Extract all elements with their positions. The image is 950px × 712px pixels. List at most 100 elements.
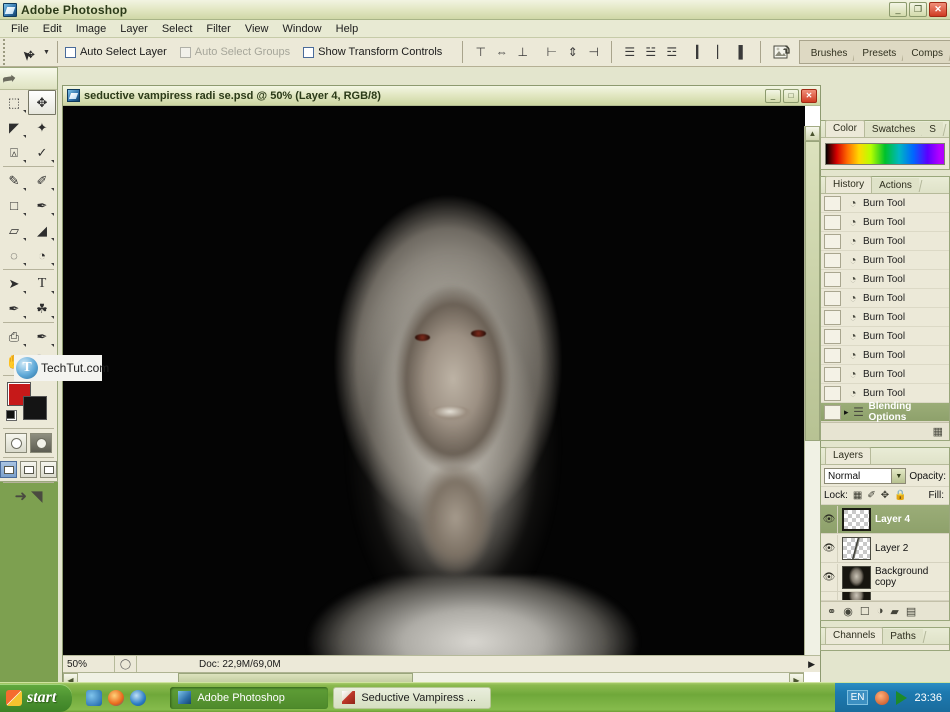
taskbar-task-photoshop[interactable]: Adobe Photoshop <box>170 686 329 709</box>
history-state-item[interactable]: ◔ Burn Tool <box>821 194 949 213</box>
full-screen-with-menubar-icon[interactable] <box>20 461 37 478</box>
history-state-item[interactable]: ◔ Burn Tool <box>821 232 949 251</box>
layer-row[interactable]: 👁 Background copy <box>821 563 949 592</box>
history-snapshot-checkbox[interactable] <box>824 271 841 287</box>
jump-to-imageready-icon[interactable]: ➜ <box>14 487 27 505</box>
layer-visibility-eye-icon[interactable] <box>821 592 838 600</box>
menu-edit[interactable]: Edit <box>36 22 69 36</box>
system-clock[interactable]: 23:36 <box>914 692 942 704</box>
layer-thumbnail[interactable] <box>842 565 871 589</box>
rectangular-marquee-tool-icon[interactable]: ⬚ <box>0 90 28 115</box>
move-tool-icon[interactable]: ✥ <box>28 90 56 115</box>
history-snapshot-checkbox[interactable] <box>824 195 841 211</box>
distribute-left-edges-icon[interactable]: ▎ <box>692 44 709 61</box>
slice-tool-icon[interactable]: ✓ <box>28 140 56 165</box>
adjustment-layer-icon[interactable]: ◑ <box>877 605 884 617</box>
magic-wand-tool-icon[interactable]: ✦ <box>28 115 56 140</box>
menu-layer[interactable]: Layer <box>113 22 155 36</box>
tab-swatches[interactable]: Swatches <box>864 122 923 137</box>
align-right-edges-icon[interactable]: ⊣ <box>585 44 602 61</box>
standard-screen-mode-icon[interactable] <box>0 461 17 478</box>
zoom-level-field[interactable]: 50% <box>63 655 115 673</box>
layer-thumbnail[interactable] <box>842 592 871 600</box>
media-play-icon[interactable] <box>896 690 908 705</box>
tab-channels[interactable]: Channels <box>825 627 884 644</box>
menu-help[interactable]: Help <box>329 22 366 36</box>
blend-mode-select[interactable]: Normal ▼ <box>824 468 907 484</box>
path-selection-tool-icon[interactable]: ➤ <box>0 271 28 296</box>
history-snapshot-checkbox[interactable] <box>824 214 841 230</box>
menu-image[interactable]: Image <box>69 22 114 36</box>
status-thumbnail-icon[interactable]: ◯ <box>115 655 137 673</box>
history-state-item[interactable]: ◔ Burn Tool <box>821 270 949 289</box>
history-snapshot-checkbox[interactable] <box>824 309 841 325</box>
brush-tool-icon[interactable]: ✐ <box>28 168 56 193</box>
tab-actions[interactable]: Actions <box>872 178 919 193</box>
standard-mask-mode-icon[interactable] <box>5 433 27 453</box>
healing-brush-tool-icon[interactable]: ✎ <box>0 168 28 193</box>
layer-row[interactable] <box>821 592 949 601</box>
history-state-item[interactable]: ◔ Burn Tool <box>821 251 949 270</box>
history-state-list[interactable]: ◔ Burn Tool ◔ Burn Tool ◔ Burn Tool ◔ Bu… <box>821 194 949 422</box>
default-colors-icon[interactable] <box>6 410 17 421</box>
history-state-item[interactable]: ◔ Burn Tool <box>821 213 949 232</box>
history-snapshot-checkbox[interactable] <box>824 233 841 249</box>
palette-tab-brushes[interactable]: Brushes <box>802 45 855 63</box>
blur-tool-icon[interactable]: ◌ <box>0 243 28 268</box>
full-screen-mode-icon[interactable] <box>40 461 57 478</box>
new-layer-icon[interactable]: ▤ <box>906 605 916 618</box>
tab-styles[interactable]: S <box>922 122 943 137</box>
lock-all-icon[interactable]: 🔒 <box>894 490 906 501</box>
security-shield-icon[interactable] <box>875 690 890 705</box>
document-canvas-area[interactable]: ▲ ▼ 50% ◯ Doc: 22,9M/69,0M ▶ ◀ ▶ <box>63 106 820 688</box>
align-top-edges-icon[interactable]: ⊤ <box>472 44 489 61</box>
new-snapshot-icon[interactable]: ▦ <box>933 425 943 438</box>
history-snapshot-checkbox[interactable] <box>824 347 841 363</box>
lock-image-pixels-icon[interactable]: ✐ <box>867 490 875 501</box>
align-bottom-edges-icon[interactable]: ⊥ <box>514 44 531 61</box>
show-transform-controls-option[interactable]: Show Transform Controls <box>303 46 442 58</box>
menu-filter[interactable]: Filter <box>199 22 237 36</box>
lock-position-icon[interactable]: ✥ <box>881 490 889 501</box>
palette-tab-comps[interactable]: Comps <box>903 45 950 63</box>
document-minimize-button[interactable]: _ <box>765 88 781 103</box>
restore-button[interactable]: ❐ <box>909 2 927 17</box>
layer-visibility-eye-icon[interactable]: 👁 <box>821 563 838 591</box>
layer-thumbnail[interactable] <box>842 536 871 560</box>
canvas-vertical-scrollbar[interactable]: ▲ ▼ <box>804 126 820 672</box>
layer-visibility-eye-icon[interactable]: 👁 <box>821 505 838 533</box>
document-maximize-button[interactable]: □ <box>783 88 799 103</box>
eyedropper-tool-icon[interactable]: ✒ <box>28 324 56 349</box>
internet-explorer-icon[interactable] <box>130 689 147 706</box>
document-close-button[interactable]: ✕ <box>801 88 817 103</box>
align-vertical-centers-icon[interactable]: ⇔ <box>493 44 510 61</box>
pen-tool-icon[interactable]: ✒ <box>0 296 28 321</box>
layer-mask-icon[interactable]: ☐ <box>860 605 870 618</box>
firefox-icon[interactable] <box>108 689 125 706</box>
image-ready-icon[interactable] <box>770 41 794 63</box>
outlook-icon[interactable] <box>86 689 103 706</box>
align-horizontal-centers-icon[interactable]: ⇕ <box>564 44 581 61</box>
distribute-horizontal-centers-icon[interactable]: ▏ <box>713 44 730 61</box>
toolbox-handle[interactable]: ➦ <box>0 68 57 90</box>
menu-file[interactable]: File <box>4 22 36 36</box>
lasso-tool-icon[interactable]: ◤ <box>0 115 28 140</box>
taskbar-task-folder[interactable]: Seductive Vampiress ... <box>333 686 492 709</box>
close-button[interactable]: ✕ <box>929 2 947 17</box>
menu-window[interactable]: Window <box>276 22 329 36</box>
history-state-item-selected[interactable]: ▸ ☰ Blending Options <box>821 401 949 422</box>
lock-transparent-pixels-icon[interactable]: ▦ <box>853 490 862 501</box>
tab-paths[interactable]: Paths <box>883 629 923 644</box>
history-snapshot-checkbox[interactable] <box>824 328 841 344</box>
type-tool-icon[interactable]: T <box>28 271 56 296</box>
link-layers-icon[interactable]: ⚭ <box>827 605 836 618</box>
history-brush-tool-icon[interactable]: ✒ <box>28 193 56 218</box>
tab-history[interactable]: History <box>825 176 873 193</box>
vertical-scroll-thumb[interactable] <box>805 141 820 441</box>
menu-view[interactable]: View <box>238 22 276 36</box>
auto-select-layer-option[interactable]: Auto Select Layer <box>64 46 167 58</box>
tool-preset-chevron-down-icon[interactable]: ▼ <box>43 49 50 56</box>
dodge-burn-tool-icon[interactable]: ◔ <box>28 243 56 268</box>
document-title-bar[interactable]: seductive vampiress radi se.psd @ 50% (L… <box>63 86 820 106</box>
clone-stamp-tool-icon[interactable]: □ <box>0 193 28 218</box>
